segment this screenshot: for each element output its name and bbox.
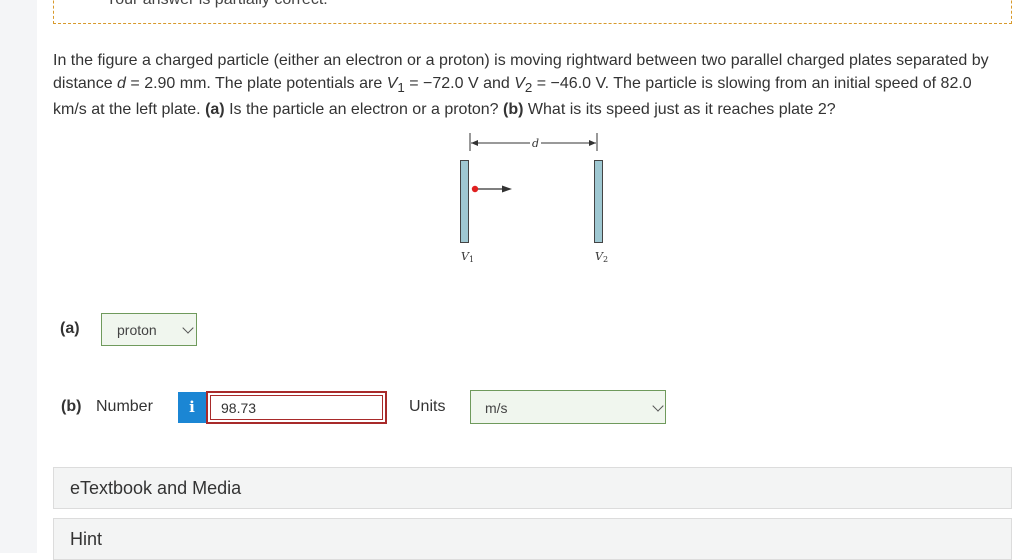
problem-statement: In the figure a charged particle (either… — [53, 50, 1008, 122]
part-a-question: Is the particle an electron or a proton? — [224, 101, 504, 119]
info-icon[interactable]: i — [178, 392, 206, 423]
particle-dot — [471, 185, 479, 193]
v1-value: = −72.0 V and — [404, 74, 515, 92]
hint-panel[interactable]: Hint — [53, 518, 1012, 560]
particle-type-value: proton — [117, 322, 157, 338]
left-gutter — [0, 0, 37, 553]
d-arrow-left — [471, 140, 478, 146]
feedback-text: Your answer is partially correct. — [106, 0, 328, 9]
chevron-down-icon — [652, 400, 664, 412]
particle-type-select[interactable]: proton — [101, 313, 197, 346]
v2-label: V2 — [595, 250, 608, 263]
d-label: d — [532, 137, 539, 150]
units-value: m/s — [485, 400, 508, 416]
d-symbol: d — [117, 74, 126, 92]
units-select[interactable]: m/s — [470, 390, 666, 424]
part-b-label: (b) — [61, 398, 82, 415]
number-label: Number — [96, 398, 153, 415]
velocity-arrowhead — [502, 185, 512, 193]
hint-label: Hint — [70, 529, 103, 549]
etextbook-label: eTextbook and Media — [70, 478, 242, 498]
part-b-marker: (b) — [503, 101, 524, 119]
v1-label-sub: 1 — [469, 255, 474, 263]
part-b-question: What is its speed just as it reaches pla… — [523, 101, 836, 119]
v1-label: V1 — [461, 250, 474, 263]
d-value: = 2.90 mm. The plate potentials are — [125, 74, 387, 92]
part-a-marker: (a) — [205, 101, 225, 119]
part-a-label: (a) — [60, 320, 80, 337]
plate-1 — [460, 160, 469, 243]
v2-label-sub: 2 — [603, 255, 608, 263]
plate-2 — [594, 160, 603, 243]
chevron-down-icon — [182, 322, 194, 334]
v1-symbol: V — [386, 74, 398, 92]
units-label: Units — [409, 398, 446, 415]
etextbook-panel[interactable]: eTextbook and Media — [53, 467, 1012, 509]
speed-answer-input[interactable]: 98.73 — [206, 391, 387, 424]
d-arrow-right — [589, 140, 596, 146]
v2-symbol: V — [514, 74, 525, 92]
plates-diagram: d V1 V2 — [460, 133, 608, 263]
v1-subscript: 1 — [397, 79, 405, 95]
speed-answer-value[interactable]: 98.73 — [210, 395, 383, 420]
